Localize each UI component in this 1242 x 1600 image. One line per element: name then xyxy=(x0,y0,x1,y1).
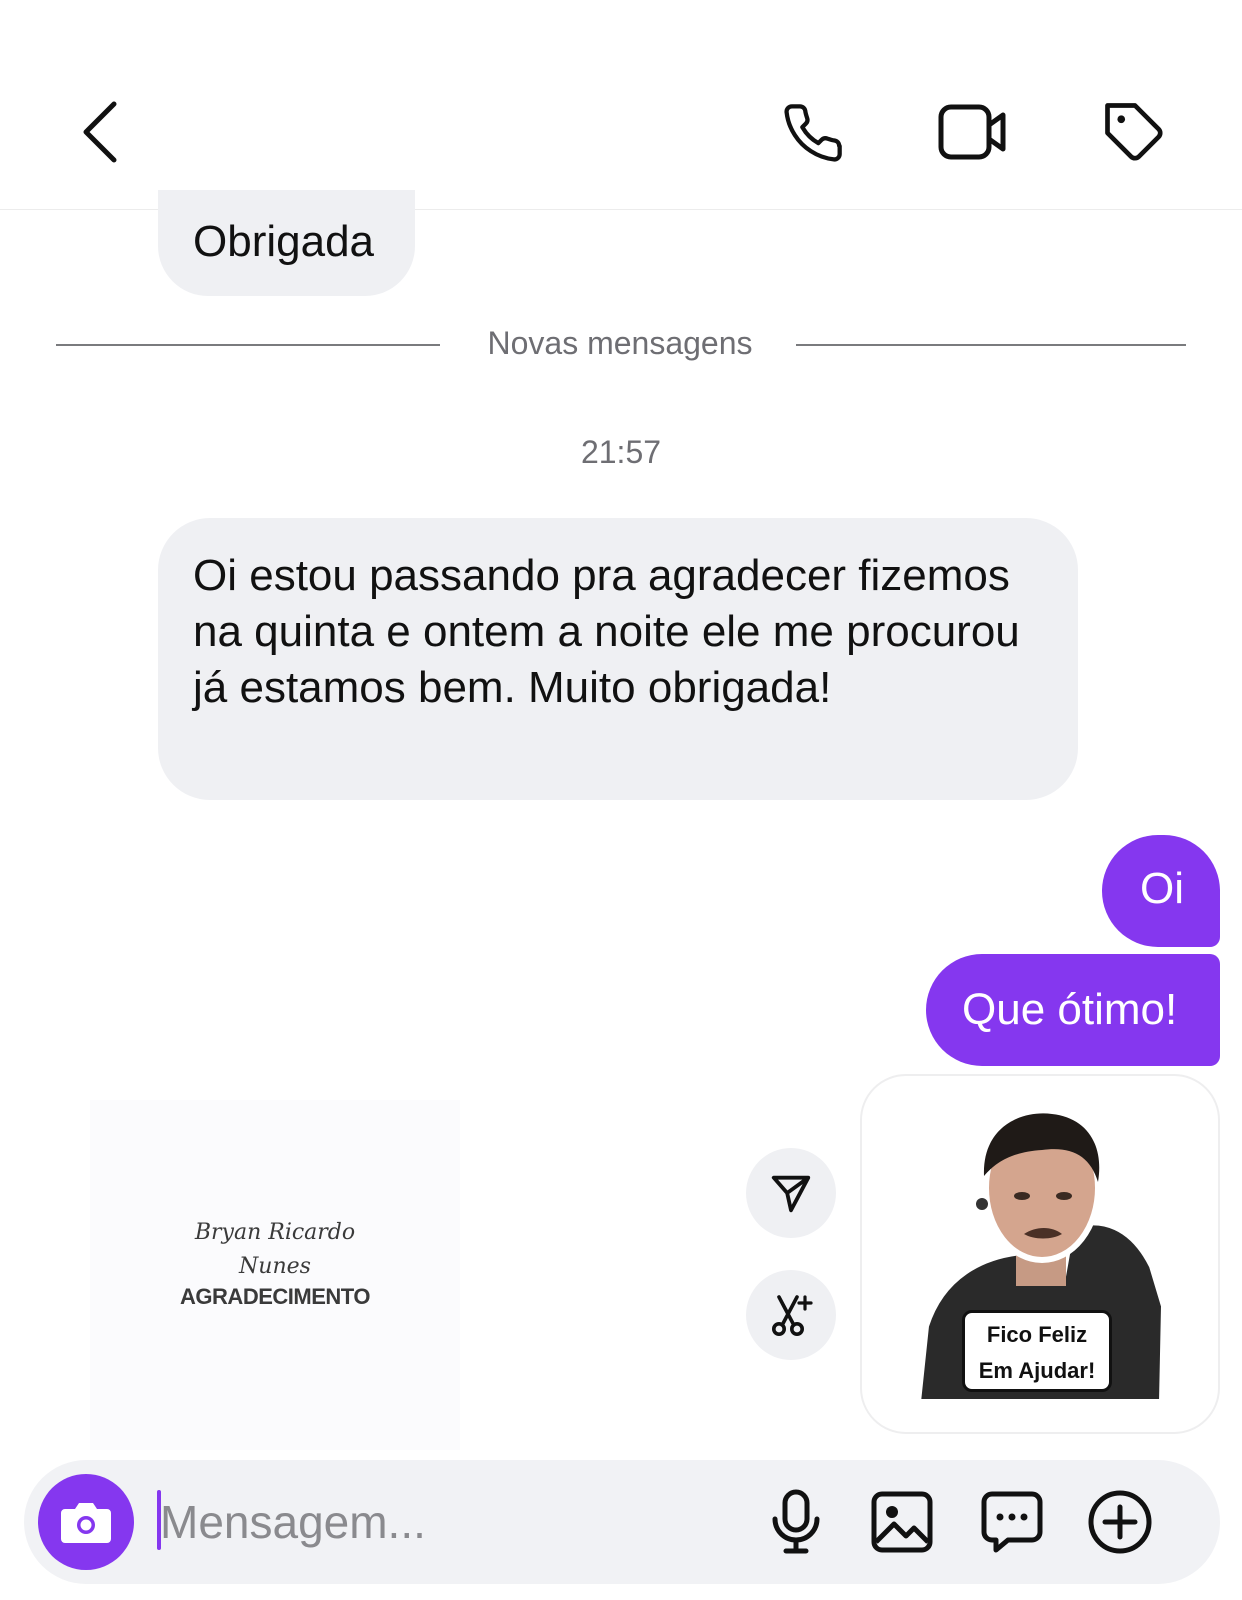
received-message[interactable]: Oi estou passando pra agradecer fizemos … xyxy=(158,518,1078,800)
sticker-caption-line: Fico Feliz xyxy=(986,1322,1088,1347)
message-text: Que ótimo! xyxy=(962,985,1178,1034)
message-text: Oi xyxy=(1140,864,1184,913)
watermark-title: AGRADECIMENTO xyxy=(180,1284,370,1309)
chevron-left-icon xyxy=(83,101,117,163)
more-button[interactable] xyxy=(1084,1486,1156,1558)
sticker-caption: Fico Feliz Em Ajudar! xyxy=(962,1310,1112,1392)
ai-remix-button[interactable] xyxy=(746,1270,836,1360)
tag-button[interactable] xyxy=(1100,98,1170,168)
sticker-message[interactable]: Fico Feliz Em Ajudar! xyxy=(860,1074,1220,1434)
image-icon xyxy=(871,1491,933,1553)
sticker-caption-line: Em Ajudar! xyxy=(978,1358,1096,1383)
message-input[interactable] xyxy=(160,1482,720,1562)
message-timestamp: 21:57 xyxy=(580,434,662,470)
share-button[interactable] xyxy=(746,1148,836,1238)
message-composer xyxy=(24,1460,1220,1584)
scissors-sparkle-icon xyxy=(772,1295,813,1336)
tag-icon xyxy=(1105,103,1163,161)
chat-bubble-icon xyxy=(981,1491,1043,1553)
sent-message[interactable]: Que ótimo! xyxy=(926,954,1220,1066)
send-icon xyxy=(771,1175,811,1213)
message-text: Oi estou passando pra agradecer fizemos … xyxy=(193,551,1020,712)
video-call-button[interactable] xyxy=(935,100,1011,164)
watermark-surname: Nunes xyxy=(239,1254,311,1279)
received-message[interactable]: Obrigada xyxy=(158,190,415,296)
divider-line-left xyxy=(56,344,440,346)
plus-circle-icon xyxy=(1088,1490,1152,1554)
camera-button[interactable] xyxy=(38,1474,134,1570)
divider-line-right xyxy=(796,344,1186,346)
chat-header xyxy=(0,0,1242,210)
camera-icon xyxy=(61,1503,111,1543)
watermark-name: Bryan Ricardo xyxy=(194,1220,356,1245)
phone-icon xyxy=(784,104,842,162)
new-messages-divider: Novas mensagens xyxy=(487,325,753,361)
voice-message-button[interactable] xyxy=(760,1486,832,1558)
gallery-button[interactable] xyxy=(866,1486,938,1558)
video-camera-icon xyxy=(938,104,1006,160)
watermark: Bryan Ricardo Nunes AGRADECIMENTO xyxy=(90,1100,460,1450)
microphone-icon xyxy=(772,1489,820,1554)
back-button[interactable] xyxy=(70,96,130,168)
sticker-button[interactable] xyxy=(976,1486,1048,1558)
message-text: Obrigada xyxy=(193,217,375,266)
sent-message[interactable]: Oi xyxy=(1102,835,1220,947)
voice-call-button[interactable] xyxy=(778,98,848,168)
